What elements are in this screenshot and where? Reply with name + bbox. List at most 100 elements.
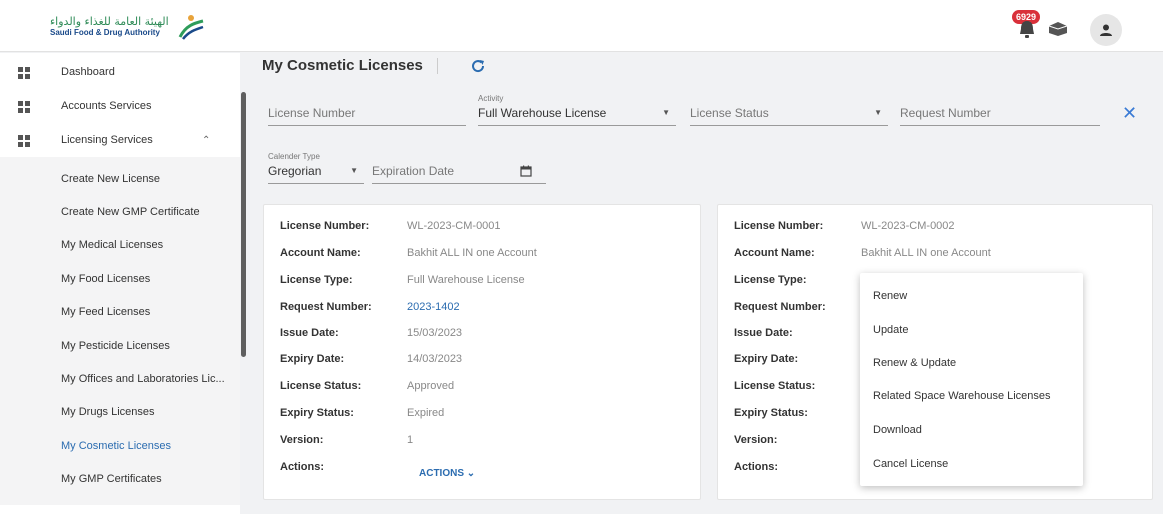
title-divider — [437, 58, 438, 74]
calendar-type-label: Calender Type — [268, 152, 320, 161]
menu-item-renew[interactable]: Renew — [873, 290, 907, 302]
license-number-input[interactable]: License Number — [268, 100, 466, 126]
expiration-date-input[interactable]: Expiration Date — [372, 158, 546, 184]
license-type-label: License Type: — [280, 274, 353, 286]
expiry-status-value: Expired — [407, 407, 445, 419]
sfda-logo[interactable]: الهيئة العامة للغذاء والدواء Saudi Food … — [50, 10, 205, 44]
sidebar-subitem-label: My Feed Licenses — [61, 306, 151, 318]
sidebar-subitem-label: My Offices and Laboratories Lic... — [61, 373, 225, 385]
license-status-value: Approved — [407, 380, 455, 392]
sidebar-subitem-label: Create New GMP Certificate — [61, 206, 200, 218]
sidebar-subitem-label: My Drugs Licenses — [61, 406, 155, 418]
request-number-label: Request Number: — [280, 301, 372, 313]
logo-text: الهيئة العامة للغذاء والدواء Saudi Food … — [50, 16, 169, 38]
logo-english-text: Saudi Food & Drug Authority — [50, 28, 160, 37]
sidebar-item-licensing-services[interactable]: Licensing Services ⌃ — [0, 123, 240, 157]
user-avatar[interactable] — [1090, 14, 1122, 46]
caret-down-icon: ▼ — [874, 108, 882, 117]
activity-label: Activity — [478, 94, 504, 103]
expiry-status-label: Expiry Status: — [280, 407, 354, 419]
sidebar-subitem-pesticide-licenses[interactable]: My Pesticide Licenses — [0, 329, 240, 363]
menu-item-update[interactable]: Update — [873, 324, 908, 336]
dashboard-icon — [18, 67, 30, 79]
sidebar-item-dashboard[interactable]: Dashboard — [0, 55, 240, 89]
expiry-status-label: Expiry Status: — [734, 407, 808, 419]
actions-label: Actions: — [280, 461, 324, 473]
sidebar-subitem-label: My GMP Certificates — [61, 473, 162, 485]
license-status-select[interactable]: License Status ▼ — [690, 100, 888, 126]
license-number-label: License Number: — [734, 220, 824, 232]
sidebar-subitem-label: My Medical Licenses — [61, 239, 164, 251]
sidebar-subitem-label: My Food Licenses — [61, 273, 151, 285]
menu-item-related-space-warehouse[interactable]: Related Space Warehouse Licenses — [873, 390, 1051, 402]
expiry-date-label: Expiry Date: — [280, 353, 345, 365]
menu-item-renew-update[interactable]: Renew & Update — [873, 357, 956, 369]
calendar-type-select[interactable]: Calender Type Gregorian ▼ — [268, 152, 364, 184]
sidebar-subitem-cosmetic-licenses[interactable]: My Cosmetic Licenses — [0, 429, 240, 463]
expiry-date-label: Expiry Date: — [734, 353, 799, 365]
sidebar-subitem-food-licenses[interactable]: My Food Licenses — [0, 262, 240, 296]
sidebar-subitem-medical-licenses[interactable]: My Medical Licenses — [0, 228, 240, 262]
sfda-logo-icon — [178, 15, 204, 40]
menu-item-cancel-license[interactable]: Cancel License — [873, 458, 948, 470]
sidebar-subitem-feed-licenses[interactable]: My Feed Licenses — [0, 295, 240, 329]
accounts-services-icon — [18, 101, 30, 113]
sidebar-item-accounts-services[interactable]: Accounts Services — [0, 89, 240, 123]
clear-filters-close-icon[interactable]: ✕ — [1122, 103, 1137, 124]
licensing-services-icon — [18, 135, 30, 147]
license-status-placeholder: License Status — [690, 106, 769, 120]
license-type-label: License Type: — [734, 274, 807, 286]
account-name-value: Bakhit ALL IN one Account — [407, 247, 537, 259]
activity-select[interactable]: Activity Full Warehouse License ▼ — [478, 94, 676, 126]
actions-dropdown-button[interactable]: ACTIONS ⌄ — [419, 468, 475, 479]
license-number-placeholder: License Number — [268, 106, 356, 120]
version-label: Version: — [734, 434, 778, 446]
expiration-date-placeholder: Expiration Date — [372, 164, 455, 178]
sidebar-subitem-label: My Pesticide Licenses — [61, 340, 170, 352]
sidebar-subitem-create-new-license[interactable]: Create New License — [0, 162, 240, 196]
page-title: My Cosmetic Licenses — [262, 57, 423, 74]
issue-date-label: Issue Date: — [734, 327, 793, 339]
account-name-label: Account Name: — [280, 247, 361, 259]
request-number-link[interactable]: 2023-1402 — [407, 301, 460, 313]
account-name-value: Bakhit ALL IN one Account — [861, 247, 991, 259]
sidebar-subitem-label: Create New License — [61, 173, 161, 185]
request-number-label: Request Number: — [734, 301, 826, 313]
sidebar-subitem-drugs-licenses[interactable]: My Drugs Licenses — [0, 395, 240, 429]
sidebar-scrollbar[interactable] — [241, 92, 246, 357]
license-status-label: License Status: — [280, 380, 362, 392]
chevron-up-icon: ⌃ — [202, 134, 211, 146]
package-icon[interactable] — [1047, 21, 1069, 37]
menu-item-download[interactable]: Download — [873, 424, 922, 436]
notification-bell-icon[interactable] — [1016, 18, 1038, 40]
license-number-value: WL-2023-CM-0002 — [861, 220, 955, 232]
caret-down-icon: ▼ — [662, 108, 670, 117]
sidebar: Dashboard Accounts Services Licensing Se… — [0, 53, 240, 514]
sidebar-subitem-gmp-certificates[interactable]: My GMP Certificates — [0, 462, 240, 496]
license-type-value: Full Warehouse License — [407, 274, 525, 286]
issue-date-value: 15/03/2023 — [407, 327, 463, 339]
issue-date-label: Issue Date: — [280, 327, 339, 339]
license-number-label: License Number: — [280, 220, 370, 232]
top-bar: الهيئة العامة للغذاء والدواء Saudi Food … — [0, 0, 1163, 52]
actions-menu: Renew Update Renew & Update Related Spac… — [860, 273, 1083, 486]
expiry-date-value: 14/03/2023 — [407, 353, 463, 365]
account-name-label: Account Name: — [734, 247, 815, 259]
license-status-label: License Status: — [734, 380, 816, 392]
version-label: Version: — [280, 434, 324, 446]
sidebar-subitem-create-gmp-certificate[interactable]: Create New GMP Certificate — [0, 195, 240, 229]
calendar-icon[interactable] — [520, 165, 532, 177]
logo-arabic-text: الهيئة العامة للغذاء والدواء — [50, 15, 169, 28]
license-card: License Number: WL-2023-CM-0001 Account … — [263, 204, 701, 500]
sidebar-subitem-label: My Cosmetic Licenses — [61, 440, 172, 452]
sidebar-subitem-offices-laboratories[interactable]: My Offices and Laboratories Lic... — [0, 362, 240, 396]
sidebar-item-label: Licensing Services — [61, 134, 153, 146]
actions-label: Actions: — [734, 461, 778, 473]
refresh-icon[interactable] — [470, 58, 486, 74]
calendar-type-value: Gregorian — [268, 164, 322, 178]
version-value: 1 — [407, 434, 414, 446]
license-number-value: WL-2023-CM-0001 — [407, 220, 501, 232]
caret-down-icon: ▼ — [350, 166, 358, 175]
sidebar-item-label: Accounts Services — [61, 100, 152, 112]
request-number-input[interactable]: Request Number — [900, 100, 1100, 126]
